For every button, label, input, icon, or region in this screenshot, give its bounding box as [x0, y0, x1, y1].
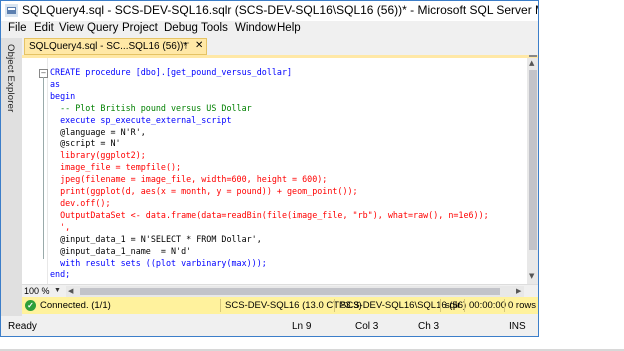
- code-line: print(ggplot(d, aes(x = month, y = pound…: [50, 186, 358, 197]
- scroll-left-icon[interactable]: ◀: [68, 287, 73, 295]
- code-line: @input_data_1_name = N'd': [50, 245, 192, 256]
- editor-bottom-bar: 100 % ▼ ◀ ▶: [22, 284, 538, 298]
- menu-project[interactable]: Project: [122, 22, 158, 34]
- menu-debug[interactable]: Debug: [164, 22, 198, 34]
- code-line: OutputDataSet <- data.frame(data=readBin…: [50, 209, 489, 220]
- connected-icon: ✓: [25, 300, 36, 311]
- code-line: end;: [50, 269, 71, 280]
- code-line: dev.off();: [50, 197, 111, 208]
- object-explorer-label[interactable]: Object Explorer: [5, 44, 16, 112]
- menu-bar: File Edit View Query Project Debug Tools…: [1, 21, 538, 38]
- divider: [220, 299, 221, 312]
- horizontal-scrollbar[interactable]: ◀ ▶: [66, 286, 524, 297]
- status-ready: Ready: [8, 321, 37, 332]
- ssms-app-icon: [5, 4, 18, 17]
- menu-tools[interactable]: Tools: [201, 22, 228, 34]
- tab-sqlquery4[interactable]: SQLQuery4.sql - SC...SQL16 (56))* ⊤ ✕: [24, 38, 207, 55]
- scroll-down-icon[interactable]: ▼: [529, 272, 534, 280]
- status-bar: Ready Ln 9 Col 3 Ch 3 INS: [1, 316, 538, 336]
- code-line: -- Plot British pound versus US Dollar: [50, 102, 252, 113]
- outline-line: [43, 77, 44, 259]
- tab-label: SQLQuery4.sql - SC...SQL16 (56))*: [29, 41, 188, 52]
- menu-edit[interactable]: Edit: [34, 22, 54, 34]
- menu-query[interactable]: Query: [87, 22, 118, 34]
- query-editor[interactable]: − CREATE procedure [dbo].[get_pound_vers…: [22, 55, 538, 303]
- title-bar[interactable]: SQLQuery4.sql - SCS-DEV-SQL16.sqlr (SCS-…: [1, 1, 538, 21]
- code-line: library(ggplot2);: [50, 150, 146, 161]
- menu-help[interactable]: Help: [277, 22, 301, 34]
- status-char: Ch 3: [418, 321, 440, 332]
- editor-gutter: −: [22, 58, 48, 284]
- ssms-window: SQLQuery4.sql - SCS-DEV-SQL16.sqlr (SCS-…: [0, 0, 539, 337]
- elapsed-time: 00:00:00: [469, 300, 506, 311]
- code-area[interactable]: CREATE procedure [dbo].[get_pound_versus…: [50, 67, 489, 305]
- pin-icon[interactable]: ⊤: [182, 41, 190, 52]
- connection-status-bar: ✓ Connected. (1/1) SCS-DEV-SQL16 (13.0 C…: [22, 297, 538, 314]
- menu-view[interactable]: View: [59, 22, 84, 34]
- status-column: Col 3: [355, 321, 379, 332]
- divider: [334, 299, 335, 312]
- horizontal-scroll-thumb[interactable]: [80, 288, 500, 295]
- code-line: image_file = tempfile();: [50, 162, 182, 173]
- menu-file[interactable]: File: [8, 22, 27, 34]
- close-icon[interactable]: ✕: [195, 40, 203, 51]
- vertical-scroll-thumb[interactable]: [529, 70, 537, 250]
- zoom-level[interactable]: 100 %: [24, 286, 50, 296]
- scroll-right-icon[interactable]: ▶: [516, 287, 521, 295]
- status-line: Ln 9: [292, 321, 312, 332]
- vertical-scrollbar[interactable]: ▲ ▼: [527, 58, 538, 284]
- code-line: as: [50, 78, 61, 89]
- menu-window[interactable]: Window: [235, 22, 276, 34]
- code-line: @input_data_1 = N'SELECT * FROM Dollar',: [50, 233, 262, 244]
- status-insert-mode: INS: [509, 321, 526, 332]
- code-line: CREATE procedure [dbo].[get_pound_versus…: [50, 67, 293, 77]
- divider: [504, 299, 505, 312]
- divider: [464, 299, 465, 312]
- code-line: begin: [50, 90, 76, 101]
- scroll-up-icon[interactable]: ▲: [529, 59, 534, 67]
- code-line: @script = N': [50, 138, 121, 149]
- code-line: execute sp_execute_external_script: [50, 114, 232, 125]
- object-explorer-strip[interactable]: Object Explorer: [1, 38, 22, 316]
- code-line: ',: [50, 221, 71, 232]
- splitter-handle[interactable]: [529, 55, 537, 57]
- zoom-dropdown-icon[interactable]: ▼: [54, 287, 61, 294]
- document-tab-row: SQLQuery4.sql - SC...SQL16 (56))* ⊤ ✕: [22, 38, 538, 55]
- window-title: SQLQuery4.sql - SCS-DEV-SQL16.sqlr (SCS-…: [22, 3, 538, 17]
- code-line: jpeg(filename = image_file, width=600, h…: [50, 174, 328, 185]
- code-line: with result sets ((plot varbinary(max)))…: [50, 257, 267, 268]
- row-count: 0 rows: [508, 300, 536, 311]
- divider: [440, 299, 441, 312]
- user-name: sqlr: [445, 300, 461, 311]
- connection-status: Connected. (1/1): [40, 300, 111, 311]
- code-line: @language = N'R',: [50, 126, 146, 137]
